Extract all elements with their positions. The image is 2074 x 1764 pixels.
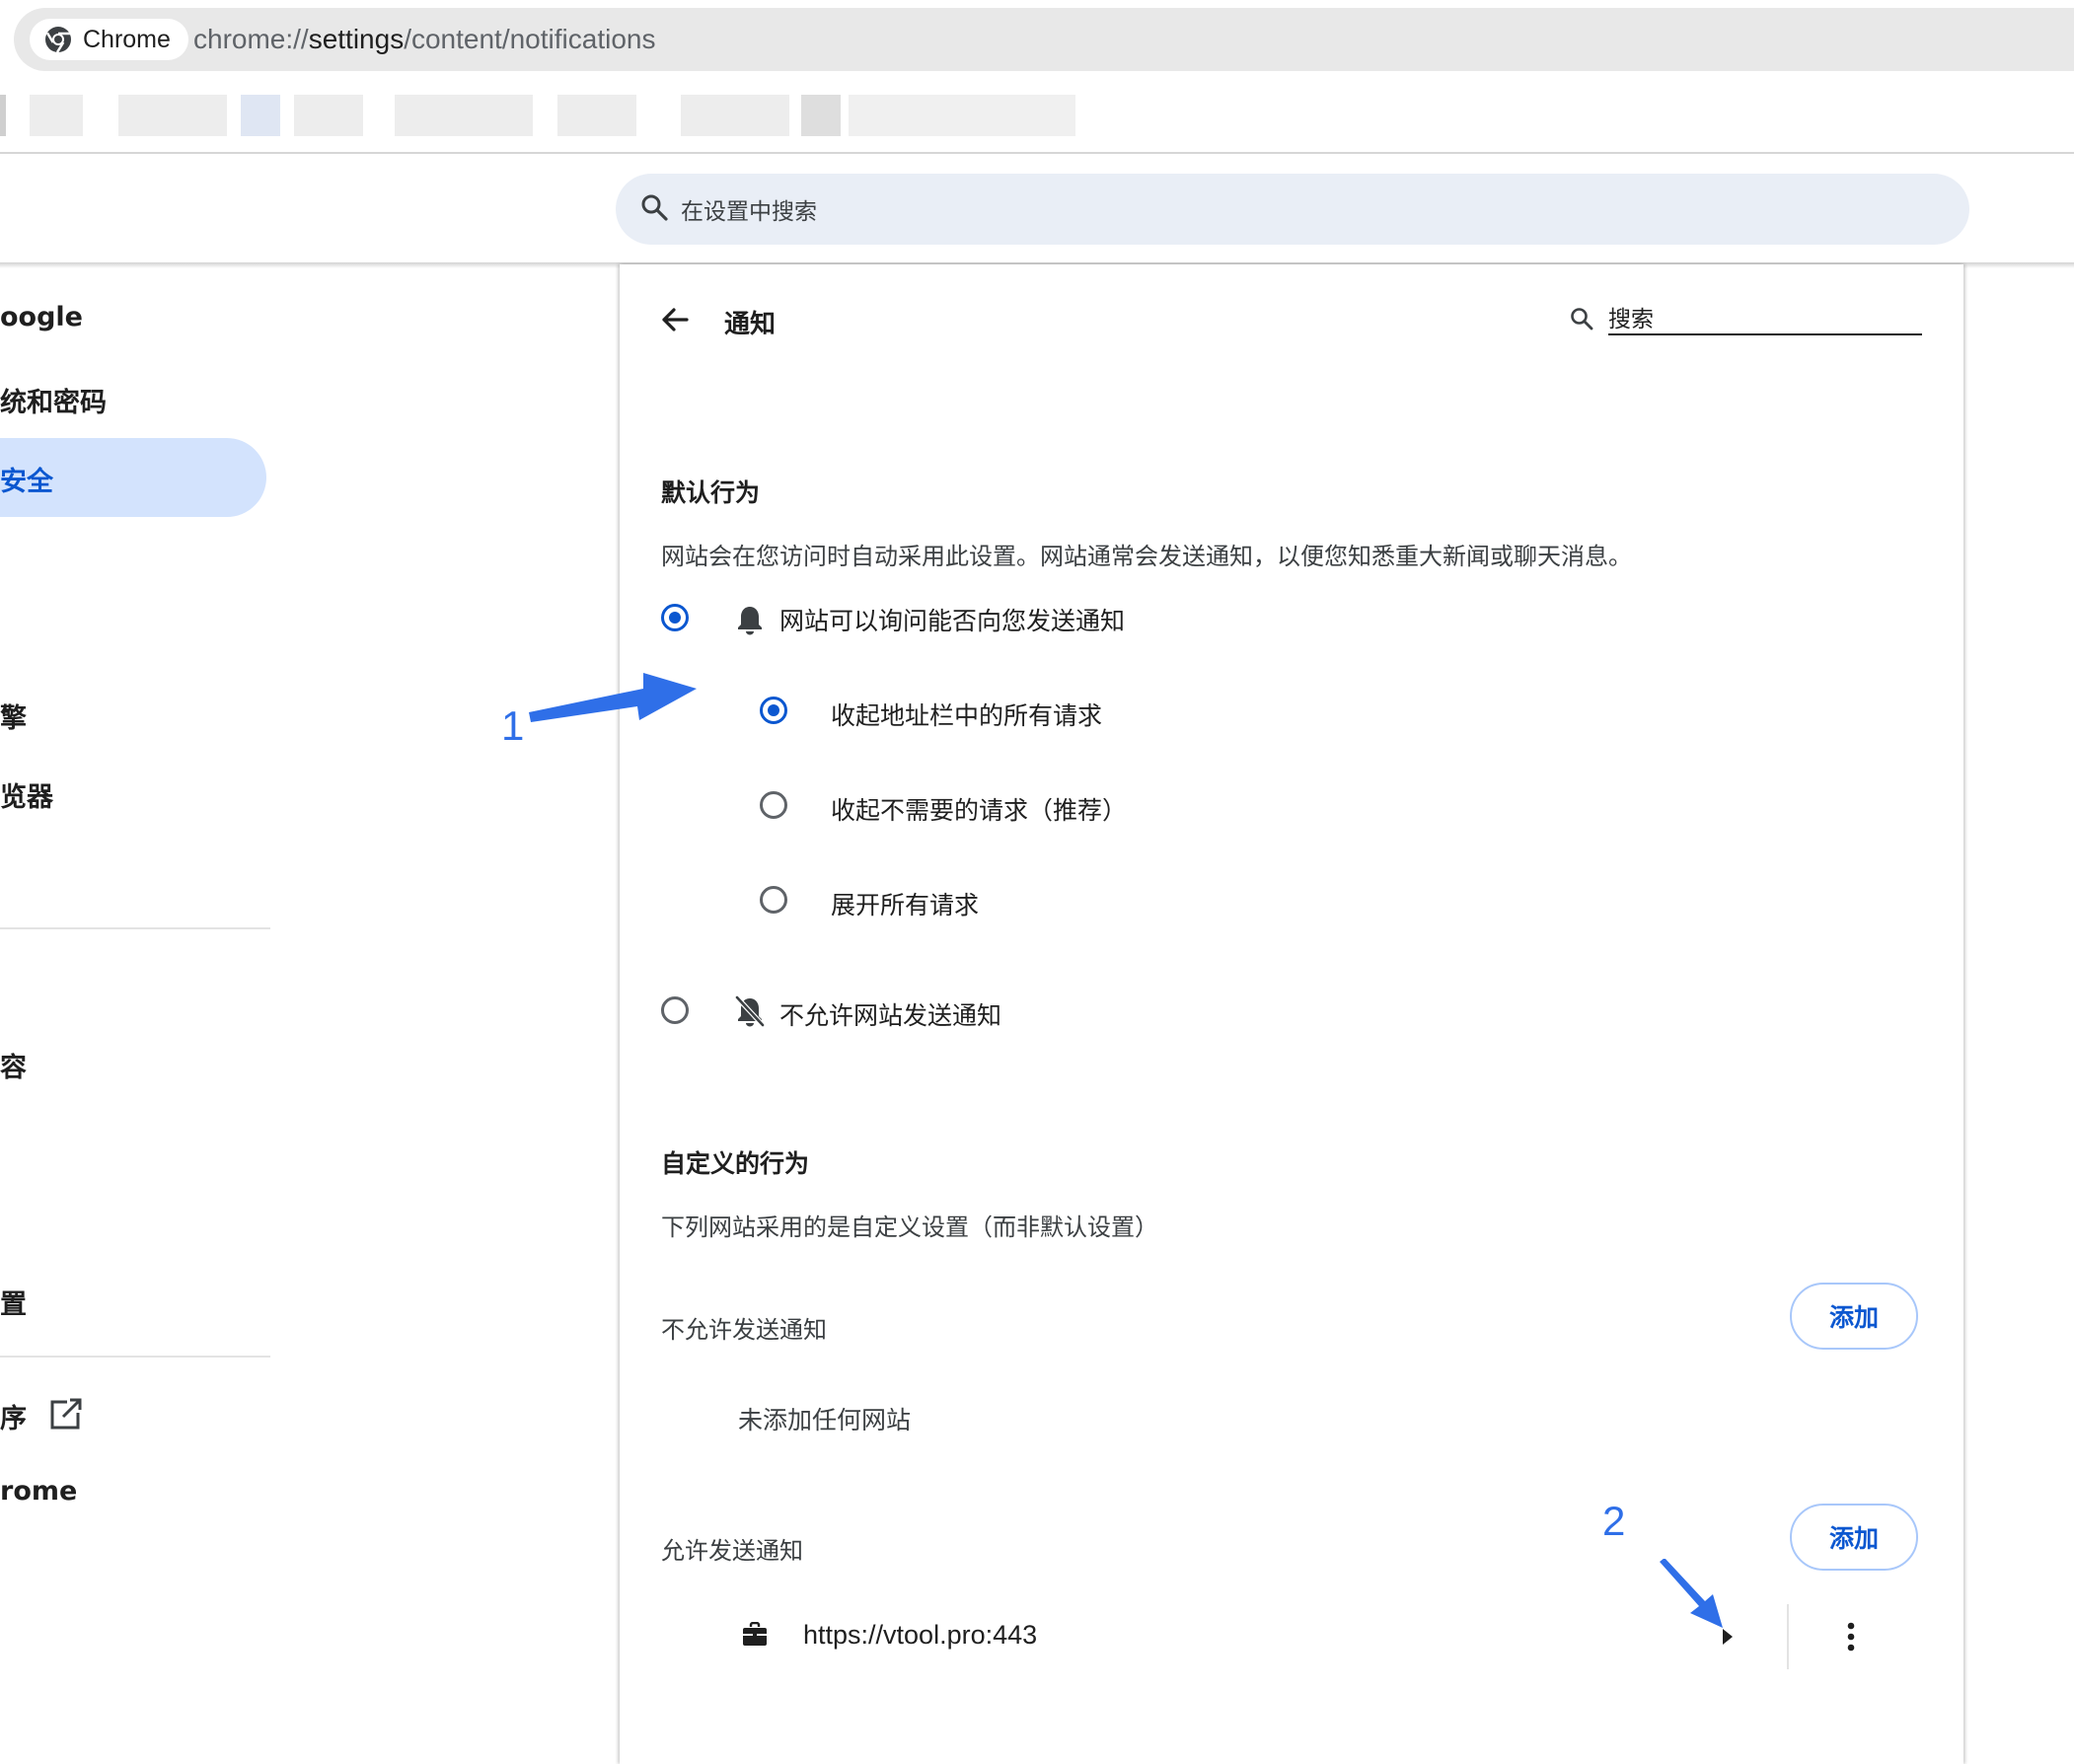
sidebar-item-about-chrome[interactable]: rome <box>0 1476 77 1507</box>
bell-off-icon <box>735 995 765 1027</box>
url-path: /content/notifications <box>404 24 656 54</box>
annotation-marker-2: 2 <box>1602 1498 1626 1544</box>
allow-ask-label: 网站可以询问能否向您发送通知 <box>779 607 1126 635</box>
annotation-marker-1: 1 <box>501 702 525 749</box>
chip-label: Chrome <box>83 25 171 53</box>
bookmark-item[interactable] <box>681 95 789 136</box>
sidebar-item-accessibility[interactable]: 容 <box>0 1046 27 1084</box>
blocked-empty-text: 未添加任何网站 <box>738 1406 912 1434</box>
blocked-sites-label: 不允许发送通知 <box>661 1316 827 1344</box>
omnibox[interactable]: Chrome chrome://settings/content/notific… <box>14 8 2074 71</box>
bookmark-item[interactable] <box>294 95 363 136</box>
bookmark-item[interactable] <box>849 95 1075 136</box>
row-divider <box>1787 1604 1789 1669</box>
settings-search-input[interactable]: 在设置中搜索 <box>681 192 817 226</box>
briefcase-icon <box>743 1622 767 1646</box>
search-icon <box>639 192 669 226</box>
sub-option-radio[interactable] <box>760 697 787 724</box>
block-radio[interactable] <box>661 996 689 1024</box>
sidebar-item-privacy-security[interactable]: 安全 <box>0 460 53 498</box>
page-title: 通知 <box>724 310 777 339</box>
default-behavior-description: 网站会在您访问时自动采用此设置。网站通常会发送通知，以便您知悉重大新闻或聊天消息… <box>661 543 1632 570</box>
more-vert-icon[interactable] <box>1847 1622 1855 1652</box>
add-allowed-site-button[interactable]: 添加 <box>1790 1504 1918 1571</box>
url-text[interactable]: chrome://settings/content/notifications <box>193 8 655 71</box>
custom-behavior-description: 下列网站采用的是自定义设置（而非默认设置） <box>661 1213 1158 1241</box>
url-host: settings <box>308 24 405 54</box>
annotation-arrow-1-icon <box>529 673 697 722</box>
sidebar-item-reset-settings[interactable]: 置 <box>0 1283 27 1321</box>
sub-option-radio[interactable] <box>760 886 787 914</box>
back-arrow-icon[interactable] <box>659 304 691 335</box>
bookmark-item[interactable] <box>30 95 83 136</box>
sidebar-item-extensions-label: 序 <box>0 1404 27 1434</box>
open-in-new-icon <box>50 1398 82 1430</box>
bell-icon <box>738 607 762 635</box>
sidebar-item-search-engine[interactable]: 擎 <box>0 697 27 735</box>
sub-option-label: 收起地址栏中的所有请求 <box>831 701 1103 730</box>
add-blocked-site-button[interactable]: 添加 <box>1790 1283 1918 1350</box>
site-url: https://vtool.pro:443 <box>803 1620 1038 1650</box>
settings-search-box[interactable]: 在设置中搜索 <box>616 174 1969 245</box>
sidebar-divider <box>0 1356 270 1358</box>
bookmark-item[interactable] <box>118 95 227 136</box>
sub-option-label: 收起不需要的请求（推荐） <box>831 796 1128 825</box>
site-info-chip[interactable]: Chrome <box>30 19 188 60</box>
sidebar-item-autofill[interactable]: 统和密码 <box>0 381 107 419</box>
sidebar-item-extensions[interactable]: 序 <box>0 1397 82 1435</box>
allowed-sites-label: 允许发送通知 <box>661 1537 803 1565</box>
page-search-input[interactable]: 搜索 <box>1608 300 1654 333</box>
notifications-card: 通知 搜索 默认行为 网站会在您访问时自动采用此设置。网站通常会发送通知，以便您… <box>620 264 1963 1764</box>
bookmark-item[interactable] <box>241 95 280 136</box>
default-behavior-title: 默认行为 <box>661 478 761 507</box>
bookmark-item[interactable] <box>0 95 6 136</box>
bookmark-item[interactable] <box>395 95 533 136</box>
sub-option-label: 展开所有请求 <box>831 891 980 919</box>
sidebar-divider <box>0 927 270 929</box>
bookmark-item[interactable] <box>557 95 636 136</box>
bookmark-item[interactable] <box>801 95 841 136</box>
url-scheme: chrome:// <box>193 24 309 54</box>
sidebar-item-you-and-google[interactable]: oogle <box>0 302 83 332</box>
allow-ask-radio[interactable] <box>661 604 689 631</box>
page-search-underline <box>1608 333 1922 335</box>
sub-option-radio[interactable] <box>760 791 787 819</box>
annotation-arrow-2-icon <box>1660 1559 1723 1628</box>
custom-behavior-title: 自定义的行为 <box>661 1149 810 1178</box>
sidebar-item-default-browser[interactable]: 览器 <box>0 775 53 814</box>
search-icon <box>1571 308 1593 331</box>
block-label: 不允许网站发送通知 <box>779 1001 1002 1030</box>
chrome-icon <box>45 27 71 53</box>
